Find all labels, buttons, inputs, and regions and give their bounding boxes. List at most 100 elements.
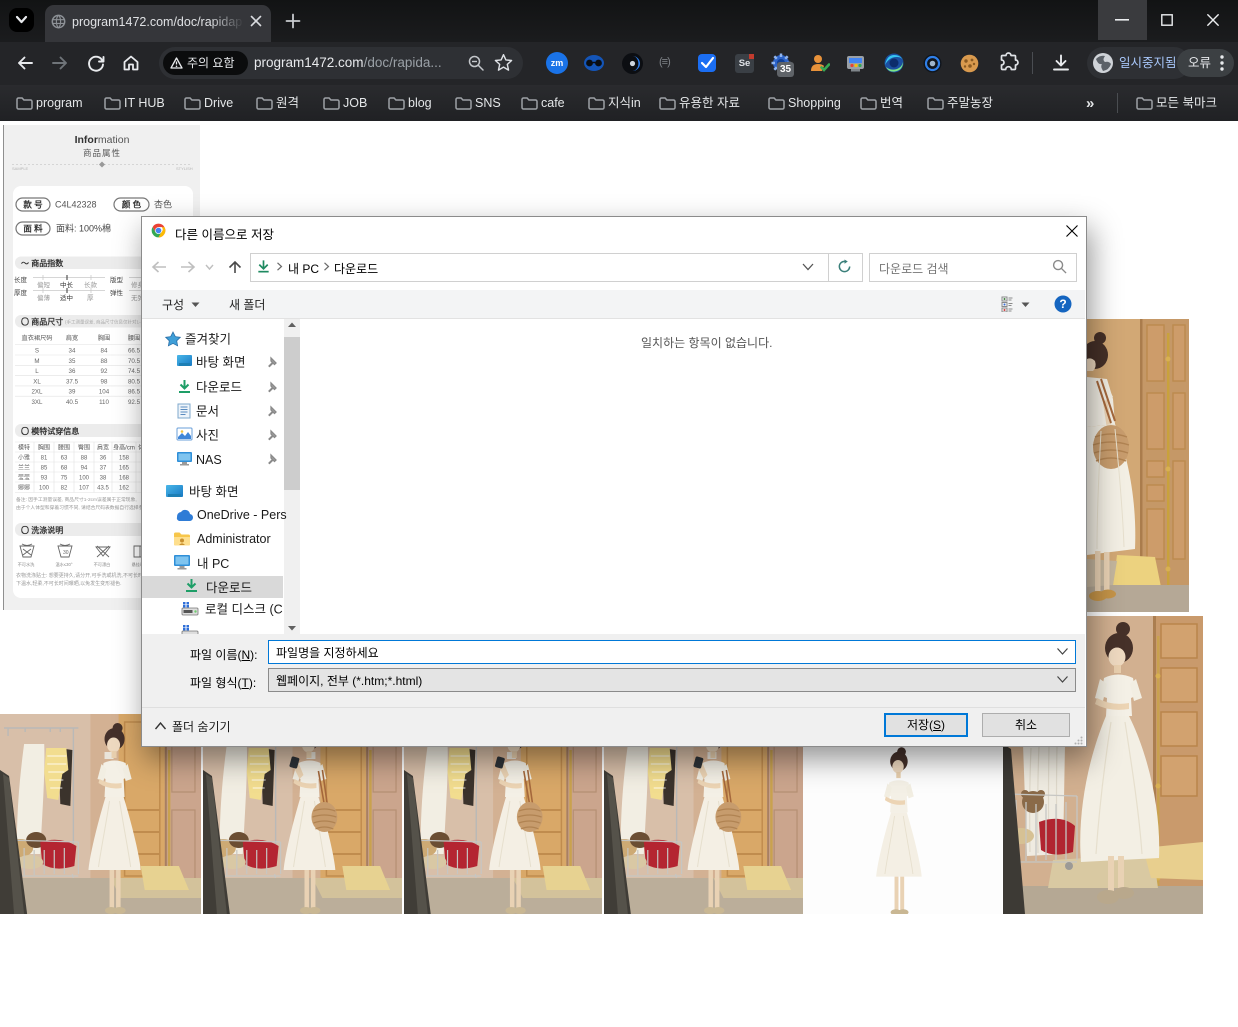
svg-text:70.5: 70.5 xyxy=(128,358,141,365)
svg-text:92.5: 92.5 xyxy=(128,399,141,406)
svg-text:번역: 번역 xyxy=(880,96,903,110)
svg-text:37.5: 37.5 xyxy=(66,378,79,385)
svg-text:36: 36 xyxy=(69,368,76,375)
svg-text:肩宽: 肩宽 xyxy=(66,334,78,342)
svg-text:版型: 版型 xyxy=(110,275,124,284)
svg-text:40.5: 40.5 xyxy=(66,399,79,406)
svg-text:款 号: 款 号 xyxy=(23,200,43,210)
svg-text:适中: 适中 xyxy=(60,293,73,302)
svg-text:杏色: 杏色 xyxy=(154,199,172,210)
svg-text:30: 30 xyxy=(63,550,69,556)
svg-text:34: 34 xyxy=(69,348,76,355)
svg-text:腰围: 腰围 xyxy=(128,335,140,342)
svg-text:OneDrive - Pers: OneDrive - Pers xyxy=(197,508,287,522)
svg-text:IT HUB: IT HUB xyxy=(124,96,165,110)
svg-text:不可水洗: 不可水洗 xyxy=(18,561,36,568)
svg-text:STYLISH: STYLISH xyxy=(176,166,193,171)
svg-text:长度: 长度 xyxy=(14,275,28,284)
svg-text:86.5: 86.5 xyxy=(128,389,141,396)
svg-text:cafe: cafe xyxy=(541,96,565,110)
svg-text:39: 39 xyxy=(69,389,76,396)
svg-text:원격: 원격 xyxy=(276,96,299,110)
svg-text:臀围: 臀围 xyxy=(78,445,90,452)
svg-text:〜 商品指数: 〜 商品指数 xyxy=(21,258,64,268)
svg-text:娜娜: 娜娜 xyxy=(18,484,30,492)
svg-text:158: 158 xyxy=(119,456,130,462)
svg-text:偏薄: 偏薄 xyxy=(37,293,51,302)
svg-text:바탕 화면: 바탕 화면 xyxy=(196,356,245,370)
svg-text:66.5: 66.5 xyxy=(128,348,141,355)
svg-text:81: 81 xyxy=(41,456,48,462)
svg-text:다운로드: 다운로드 xyxy=(196,381,242,395)
svg-text:S: S xyxy=(35,348,39,355)
svg-text:Drive: Drive xyxy=(204,96,233,110)
svg-text:162: 162 xyxy=(119,486,130,492)
svg-text:92: 92 xyxy=(101,368,108,375)
svg-text:厚: 厚 xyxy=(87,294,94,302)
svg-text:肩宽: 肩宽 xyxy=(97,444,109,452)
svg-text:38: 38 xyxy=(100,476,107,482)
svg-text:模特: 模特 xyxy=(18,444,30,452)
svg-text:165: 165 xyxy=(119,466,130,472)
svg-text:面料: 100%棉: 面料: 100%棉 xyxy=(56,223,111,234)
svg-text:로컬 디스크 (C: 로컬 디스크 (C xyxy=(205,603,283,617)
svg-text:XL: XL xyxy=(33,378,41,385)
svg-text:胸围: 胸围 xyxy=(38,444,50,452)
svg-text:温水≤30°: 温水≤30° xyxy=(55,561,72,568)
svg-text:SNS: SNS xyxy=(475,96,501,110)
svg-text:厚度: 厚度 xyxy=(14,288,28,297)
svg-text:75: 75 xyxy=(61,476,68,482)
svg-text:莹莹: 莹莹 xyxy=(18,474,30,482)
svg-text:104: 104 xyxy=(99,389,110,396)
svg-text:Administrator: Administrator xyxy=(197,532,271,546)
svg-text:不可漂白: 不可漂白 xyxy=(94,561,111,568)
svg-text:兰兰: 兰兰 xyxy=(18,464,30,472)
svg-text:37: 37 xyxy=(100,466,107,472)
svg-text:?: ? xyxy=(1059,297,1066,311)
svg-text:유용한 자료: 유용한 자료 xyxy=(679,96,740,110)
svg-text:2XL: 2XL xyxy=(31,389,43,396)
svg-text:168: 168 xyxy=(119,476,130,482)
svg-text:下温水,轻柔,不可长时间曝晒,以免发生变形褪色.: 下温水,轻柔,不可长时间曝晒,以免发生变形褪色. xyxy=(16,580,122,587)
svg-text:Information: Information xyxy=(75,134,130,146)
svg-text:长款: 长款 xyxy=(84,280,98,289)
svg-text:偏短: 偏短 xyxy=(37,280,51,289)
svg-text:문서: 문서 xyxy=(196,405,219,419)
svg-text:blog: blog xyxy=(408,96,432,110)
svg-text:直衣裙尺码: 直衣裙尺码 xyxy=(22,334,53,342)
svg-text:85: 85 xyxy=(41,466,48,472)
svg-text:SAMPLE: SAMPLE xyxy=(12,166,29,171)
svg-text:腰围: 腰围 xyxy=(58,445,70,452)
svg-text:M: M xyxy=(34,358,39,365)
svg-text:100: 100 xyxy=(39,486,50,492)
svg-text:84: 84 xyxy=(101,348,108,355)
svg-text:»: » xyxy=(1086,95,1094,112)
svg-text:颜 色: 颜 色 xyxy=(122,200,142,210)
svg-text:지식in: 지식in xyxy=(608,96,641,110)
svg-text:주말농장: 주말농장 xyxy=(947,96,994,110)
svg-text:胸围: 胸围 xyxy=(98,334,110,342)
svg-text:즐겨찾기: 즐겨찾기 xyxy=(185,332,231,346)
svg-text:36: 36 xyxy=(100,456,107,462)
svg-text:由于个人体型和穿着习惯不同, 请结合尺码表数据自行选择参考: 由于个人体型和穿着习惯不同, 请结合尺码表数据自行选择参考 xyxy=(16,504,148,511)
svg-text:63: 63 xyxy=(61,456,68,462)
svg-text:43.5: 43.5 xyxy=(97,486,109,492)
svg-text:program: program xyxy=(36,96,83,110)
svg-text:备注: 因手工测量误差, 商品尺寸1-2cm误差属于正常现象: 备注: 因手工测量误差, 商品尺寸1-2cm误差属于正常现象, xyxy=(16,496,137,503)
svg-text:68: 68 xyxy=(61,466,68,472)
svg-text:다운로드: 다운로드 xyxy=(206,581,252,595)
svg-text:小雅: 小雅 xyxy=(18,454,30,462)
svg-text:바탕 화면: 바탕 화면 xyxy=(189,485,238,499)
svg-text:94: 94 xyxy=(81,466,88,472)
svg-text:74.5: 74.5 xyxy=(128,368,141,375)
svg-text:身高/cm: 身高/cm xyxy=(113,444,135,452)
svg-text:〇 模特试穿信息: 〇 模特试穿信息 xyxy=(21,426,79,436)
svg-text:88: 88 xyxy=(81,456,88,462)
svg-text:〇 洗涤说明: 〇 洗涤说明 xyxy=(21,525,63,535)
svg-text:88: 88 xyxy=(101,358,108,365)
svg-text:82: 82 xyxy=(61,486,68,492)
svg-text:弹性: 弹性 xyxy=(110,288,124,297)
svg-text:中长: 中长 xyxy=(60,280,74,289)
svg-text:面 料: 面 料 xyxy=(23,224,43,234)
svg-text:사진: 사진 xyxy=(196,429,219,443)
